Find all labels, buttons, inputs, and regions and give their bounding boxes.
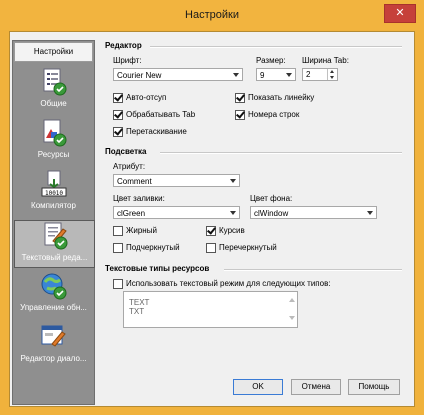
resource-types-list[interactable]: TEXT TXT xyxy=(123,291,298,328)
checkbox-box[interactable] xyxy=(113,243,123,253)
sidebar-item-label: Ресурсы xyxy=(37,150,70,159)
sidebar-item-resources[interactable]: Ресурсы xyxy=(14,118,93,164)
drag-drop-checkbox[interactable]: Перетаскивание xyxy=(113,127,187,137)
font-select[interactable]: Courier New xyxy=(113,68,243,81)
checkbox-box[interactable] xyxy=(206,243,216,253)
window-title: Настройки xyxy=(185,9,239,21)
line-numbers-checkbox[interactable]: Номера строк xyxy=(235,110,299,120)
fill-color-value: clGreen xyxy=(117,209,146,218)
chevron-down-icon xyxy=(230,211,236,215)
list-item[interactable]: TEXT xyxy=(129,298,297,307)
checkbox-box[interactable] xyxy=(113,279,123,289)
background-color-select[interactable]: clWindow xyxy=(250,206,377,219)
highlight-section-divider xyxy=(160,152,402,154)
editor-section-divider xyxy=(150,46,402,48)
title-bar[interactable]: Настройки ✕ xyxy=(0,0,424,30)
help-button[interactable]: Помощь xyxy=(348,379,400,395)
attribute-select[interactable]: Comment xyxy=(113,174,240,187)
font-select-value: Courier New xyxy=(117,71,162,80)
checkbox-label: Авто-отсуп xyxy=(126,93,167,102)
close-button[interactable]: ✕ xyxy=(384,4,416,23)
checkbox-label: Перетаскивание xyxy=(126,127,187,136)
checkbox-box[interactable] xyxy=(206,226,216,236)
chevron-down-icon xyxy=(230,179,236,183)
sidebar-header[interactable]: Настройки xyxy=(14,42,93,62)
strikethrough-checkbox[interactable]: Перечеркнутый xyxy=(206,243,277,253)
spinner-buttons[interactable] xyxy=(327,69,337,80)
attribute-select-value: Comment xyxy=(117,177,152,186)
checkbox-label: Перечеркнутый xyxy=(219,243,277,252)
checkbox-box[interactable] xyxy=(235,93,245,103)
resources-icon xyxy=(39,118,69,148)
close-icon: ✕ xyxy=(395,7,405,19)
chevron-down-icon xyxy=(367,211,373,215)
checkbox-box[interactable] xyxy=(235,110,245,120)
size-select-value: 9 xyxy=(260,71,265,80)
arrow-up-icon xyxy=(330,70,334,73)
resource-types-section-title: Текстовые типы ресурсов xyxy=(105,264,210,273)
sidebar-item-label: Общие xyxy=(40,99,67,108)
underline-checkbox[interactable]: Подчеркнутый xyxy=(113,243,180,253)
sidebar-item-label: Текстовый реда... xyxy=(21,253,88,262)
fill-color-label: Цвет заливки: xyxy=(113,194,165,203)
text-editor-icon xyxy=(40,221,70,251)
sidebar-item-compiler[interactable]: 10010 Компилятор xyxy=(14,169,93,215)
tab-width-spinner[interactable]: 2 xyxy=(302,68,338,81)
checkbox-box[interactable] xyxy=(113,110,123,120)
checkbox-label: Обрабатывать Tab xyxy=(126,110,196,119)
checkbox-label: Курсив xyxy=(219,226,245,235)
size-select[interactable]: 9 xyxy=(256,68,296,81)
dialog-editor-icon xyxy=(39,322,69,352)
handle-tab-checkbox[interactable]: Обрабатывать Tab xyxy=(113,110,195,120)
tab-width-value: 2 xyxy=(306,70,311,79)
sidebar-item-update-management[interactable]: Управление обн... xyxy=(14,271,93,317)
chevron-down-icon xyxy=(286,73,292,77)
show-ruler-checkbox[interactable]: Показать линейку xyxy=(235,93,314,103)
sidebar-item-label: Редактор диало... xyxy=(20,354,87,363)
sidebar-item-label: Компилятор xyxy=(31,201,76,210)
checkbox-box[interactable] xyxy=(113,93,123,103)
checkbox-box[interactable] xyxy=(113,226,123,236)
resource-types-divider xyxy=(224,269,402,271)
scroll-up-icon[interactable] xyxy=(289,298,295,302)
bold-checkbox[interactable]: Жирный xyxy=(113,226,157,236)
size-label: Размер: xyxy=(256,56,286,65)
background-color-value: clWindow xyxy=(254,209,289,218)
editor-section-title: Редактор xyxy=(105,41,142,50)
settings-window: Настройки ✕ Настройки Общие Ресурсы 1001… xyxy=(0,0,424,415)
category-sidebar: Настройки Общие Ресурсы 10010 Компилятор xyxy=(12,40,95,405)
auto-indent-checkbox[interactable]: Авто-отсуп xyxy=(113,93,166,103)
fill-color-select[interactable]: clGreen xyxy=(113,206,240,219)
ok-button[interactable]: OK xyxy=(233,379,283,395)
compiler-icon: 10010 xyxy=(39,169,69,199)
update-management-icon xyxy=(39,271,69,301)
checkbox-label: Показать линейку xyxy=(248,93,315,102)
checkbox-label: Подчеркнутый xyxy=(126,243,180,252)
checkbox-box[interactable] xyxy=(113,127,123,137)
cancel-button[interactable]: Отмена xyxy=(291,379,341,395)
italic-checkbox[interactable]: Курсив xyxy=(206,226,245,236)
tab-width-label: Ширина Tab: xyxy=(302,56,349,65)
text-mode-checkbox[interactable]: Использовать текстовый режим для следующ… xyxy=(113,279,331,289)
checkbox-label: Жирный xyxy=(126,226,157,235)
background-color-label: Цвет фона: xyxy=(250,194,293,203)
list-item[interactable]: TXT xyxy=(129,307,297,316)
checkbox-label: Номера строк xyxy=(248,110,300,119)
general-settings-icon xyxy=(39,67,69,97)
sidebar-item-text-editor[interactable]: Текстовый реда... xyxy=(14,220,95,268)
dialog-client-area: Настройки Общие Ресурсы 10010 Компилятор xyxy=(9,31,415,407)
arrow-down-icon xyxy=(330,76,334,79)
sidebar-item-general[interactable]: Общие xyxy=(14,67,93,113)
sidebar-item-label: Управление обн... xyxy=(20,303,87,312)
chevron-down-icon xyxy=(233,73,239,77)
svg-text:10010: 10010 xyxy=(44,190,62,197)
highlight-section-title: Подсветка xyxy=(105,147,147,156)
attribute-label: Атрибут: xyxy=(113,162,146,171)
scroll-down-icon[interactable] xyxy=(289,316,295,320)
font-label: Шрифт: xyxy=(113,56,142,65)
checkbox-label: Использовать текстовый режим для следующ… xyxy=(126,279,331,288)
sidebar-item-dialog-editor[interactable]: Редактор диало... xyxy=(14,322,93,368)
